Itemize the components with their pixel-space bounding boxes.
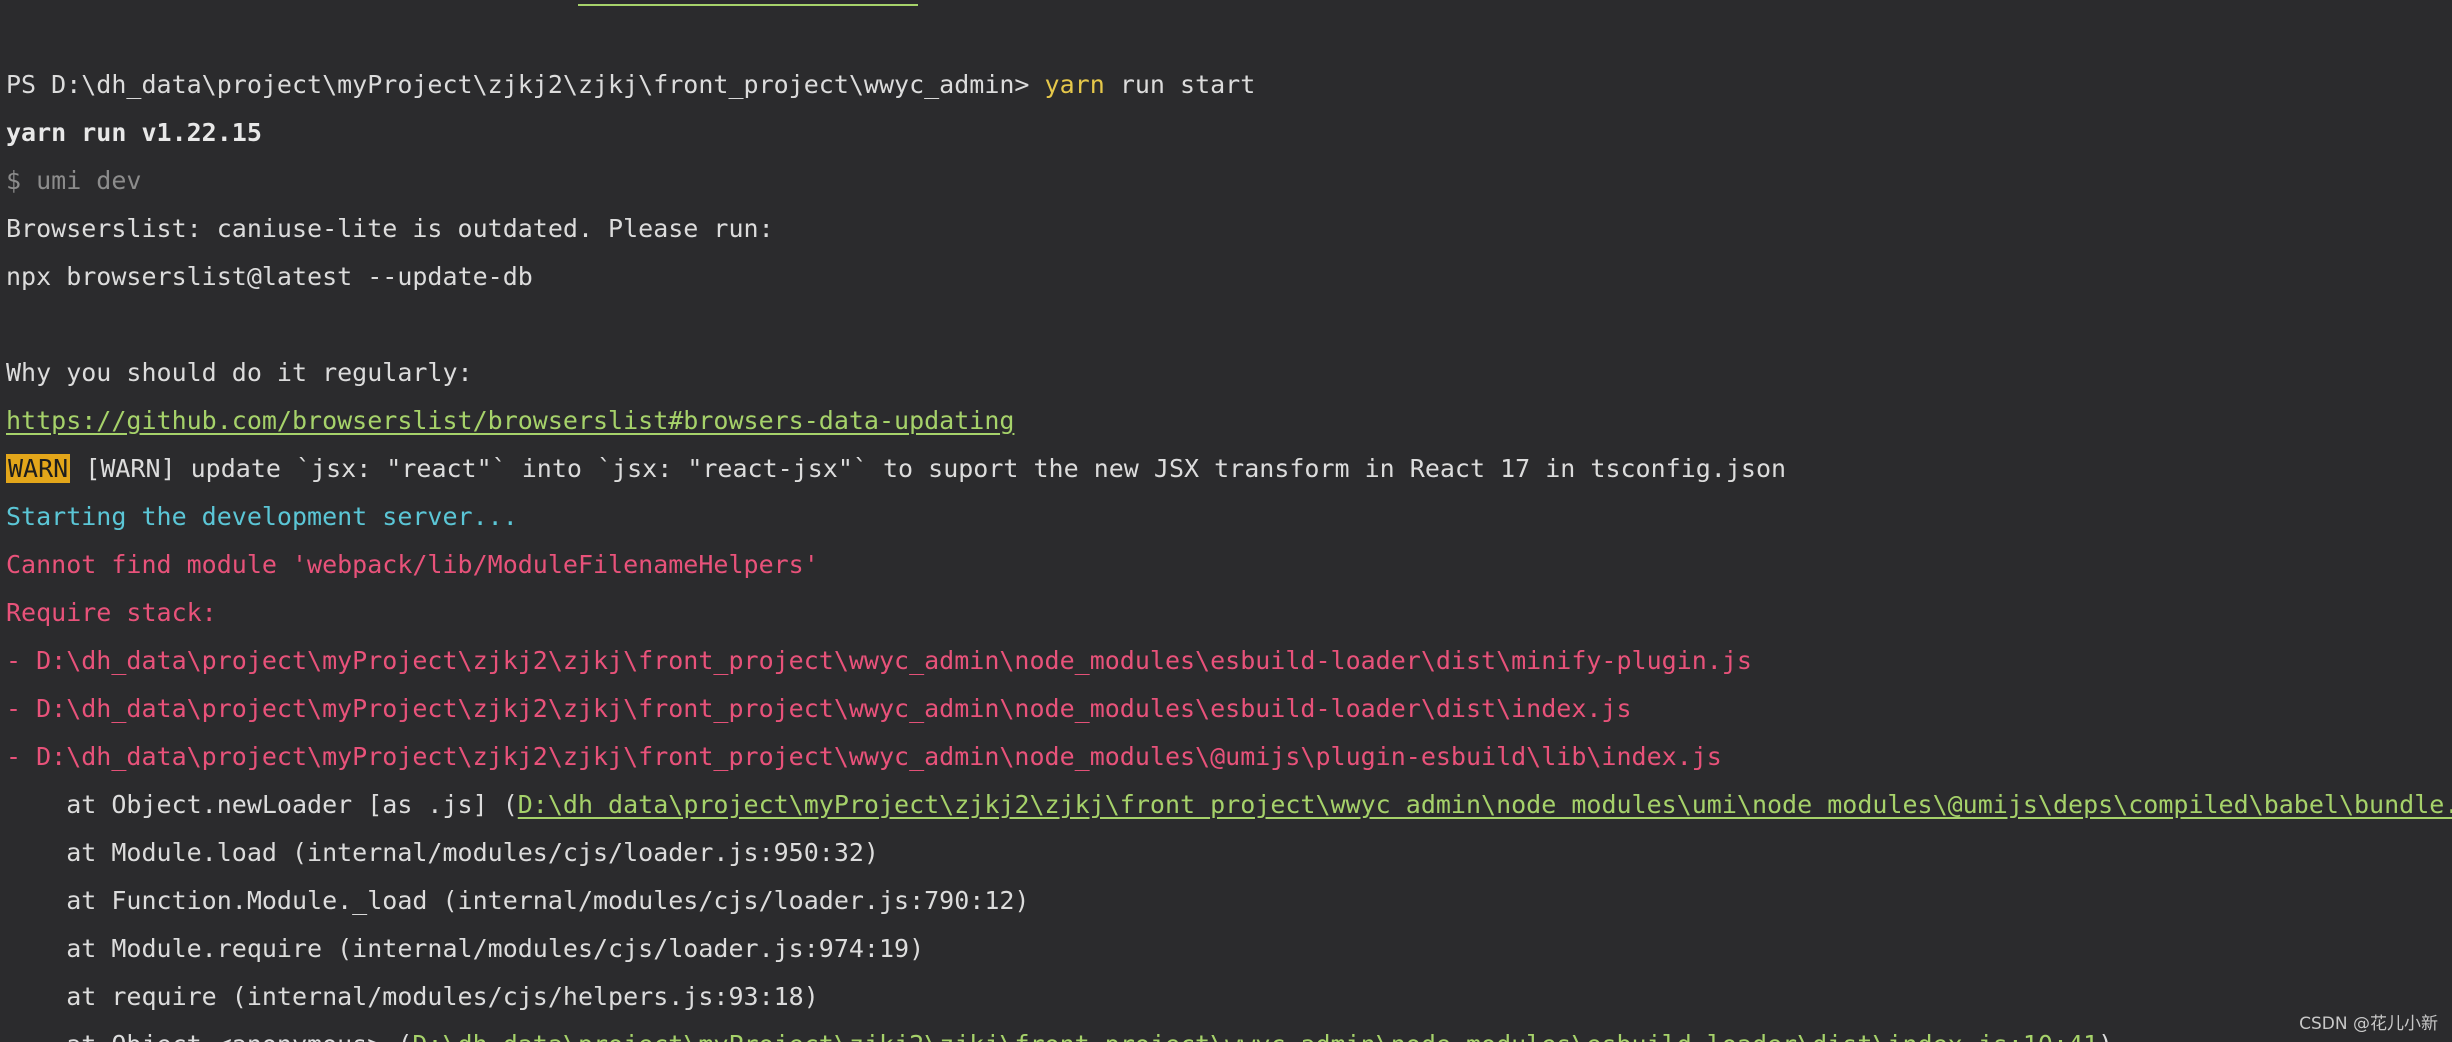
terminal-window[interactable]: PS D:\dh_data\project\myProject\zjkj2\zj… (0, 0, 2452, 1042)
stack-trace-line: at require (internal/modules/cjs/helpers… (6, 982, 819, 1011)
starting-server-line: Starting the development server... (6, 502, 518, 531)
csdn-watermark: CSDN @花儿小新 (2299, 1014, 2438, 1034)
yarn-version-line: yarn run v1.22.15 (6, 118, 262, 147)
warn-badge: WARN (6, 454, 71, 483)
stack-trace-anonymous: at Object.<anonymous> (D:\dh_data\projec… (6, 1027, 2113, 1042)
stack-trace-line: at Module.load (internal/modules/cjs/loa… (6, 838, 879, 867)
warn-text: [WARN] update `jsx: "react"` into `jsx: … (70, 454, 1787, 483)
trace-prefix: at Object.<anonymous> ( (6, 1030, 412, 1042)
prompt-path: PS D:\dh_data\project\myProject\zjkj2\zj… (6, 70, 1045, 99)
command-name: yarn (1044, 70, 1105, 99)
require-stack-header: Require stack: (6, 598, 217, 627)
browserslist-warning: Browserslist: caniuse-lite is outdated. … (6, 214, 774, 243)
prompt-line: PS D:\dh_data\project\myProject\zjkj2\zj… (6, 67, 1255, 103)
npx-update-command: npx browserslist@latest --update-db (6, 262, 533, 291)
trace-prefix: at Object.newLoader [as .js] ( (6, 790, 518, 819)
require-stack-item: - D:\dh_data\project\myProject\zjkj2\zjk… (6, 646, 1752, 675)
why-line: Why you should do it regularly: (6, 358, 473, 387)
stack-trace-line: at Module.require (internal/modules/cjs/… (6, 934, 925, 963)
require-stack-item: - D:\dh_data\project\myProject\zjkj2\zjk… (6, 694, 1632, 723)
trace-file-link[interactable]: D:\dh_data\project\myProject\zjkj2\zjkj\… (518, 790, 2452, 819)
command-args: run start (1104, 70, 1256, 99)
error-module-line: Cannot find module 'webpack/lib/ModuleFi… (6, 550, 819, 579)
trace-suffix: ) (2098, 1030, 2113, 1042)
stack-trace-newloader: at Object.newLoader [as .js] (D:\dh_data… (6, 787, 2452, 823)
umi-dev-command: $ umi dev (6, 166, 142, 195)
require-stack-item: - D:\dh_data\project\myProject\zjkj2\zjk… (6, 742, 1722, 771)
truncated-link-fragment (578, 0, 918, 6)
trace-file-link[interactable]: D:\dh_data\project\myProject\zjkj2\zjkj\… (412, 1030, 2098, 1042)
browserslist-docs-link[interactable]: https://github.com/browserslist/browsers… (6, 403, 1014, 439)
stack-trace-line: at Function.Module._load (internal/modul… (6, 886, 1030, 915)
jsx-warn-line: WARN [WARN] update `jsx: "react"` into `… (6, 451, 1786, 487)
